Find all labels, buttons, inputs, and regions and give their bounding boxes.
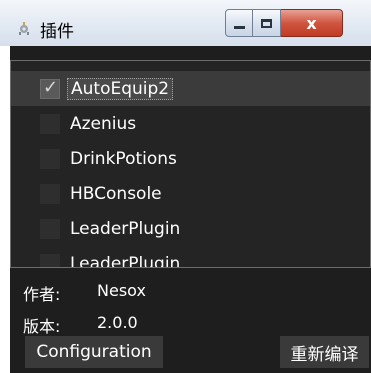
configuration-button[interactable]: Configuration bbox=[25, 336, 163, 368]
plugin-name: Azenius bbox=[70, 113, 137, 134]
plugin-checkbox[interactable]: ✓ bbox=[40, 76, 60, 99]
plugin-checkbox[interactable] bbox=[40, 253, 60, 267]
maximize-button[interactable] bbox=[253, 9, 281, 37]
plugin-checkbox[interactable] bbox=[40, 113, 60, 134]
plugin-name: AutoEquip2 bbox=[67, 77, 174, 100]
plugin-list[interactable]: ✓ AutoEquip2 Azenius DrinkPotions HBCons… bbox=[10, 60, 371, 268]
plugin-checkbox[interactable] bbox=[40, 148, 60, 169]
close-icon: x bbox=[306, 13, 317, 33]
version-label: 版本: bbox=[23, 317, 61, 336]
plugin-checkbox[interactable] bbox=[40, 183, 60, 204]
list-item[interactable]: ✓ AutoEquip2 bbox=[11, 71, 370, 106]
plugin-window: 插件 x ✓ AutoEquip2 Azenius DrinkPotions H… bbox=[0, 0, 371, 373]
list-item[interactable]: LeaderPlugin bbox=[11, 246, 370, 268]
window-title: 插件 bbox=[40, 22, 74, 42]
plugin-name: DrinkPotions bbox=[70, 148, 177, 169]
version-value: 2.0.0 bbox=[97, 313, 138, 332]
list-item[interactable]: LeaderPlugin bbox=[11, 211, 370, 246]
plugin-name: LeaderPlugin bbox=[70, 218, 181, 239]
author-value: Nesox bbox=[97, 281, 146, 300]
title-bar[interactable]: 插件 x bbox=[0, 0, 371, 46]
maximize-icon bbox=[261, 18, 272, 28]
recompile-button[interactable]: 重新编译 bbox=[280, 336, 369, 368]
minimize-button[interactable] bbox=[225, 9, 253, 37]
app-icon bbox=[19, 22, 29, 35]
author-label: 作者: bbox=[23, 285, 61, 304]
plugin-name: HBConsole bbox=[70, 183, 162, 204]
list-item[interactable]: Azenius bbox=[11, 106, 370, 141]
list-item[interactable]: HBConsole bbox=[11, 176, 370, 211]
minimize-icon bbox=[233, 25, 245, 29]
close-button[interactable]: x bbox=[281, 9, 343, 37]
check-icon: ✓ bbox=[43, 76, 59, 98]
plugin-name: LeaderPlugin bbox=[70, 253, 181, 268]
caption-buttons: x bbox=[225, 9, 343, 37]
list-item[interactable]: DrinkPotions bbox=[11, 141, 370, 176]
plugin-checkbox[interactable] bbox=[40, 218, 60, 239]
